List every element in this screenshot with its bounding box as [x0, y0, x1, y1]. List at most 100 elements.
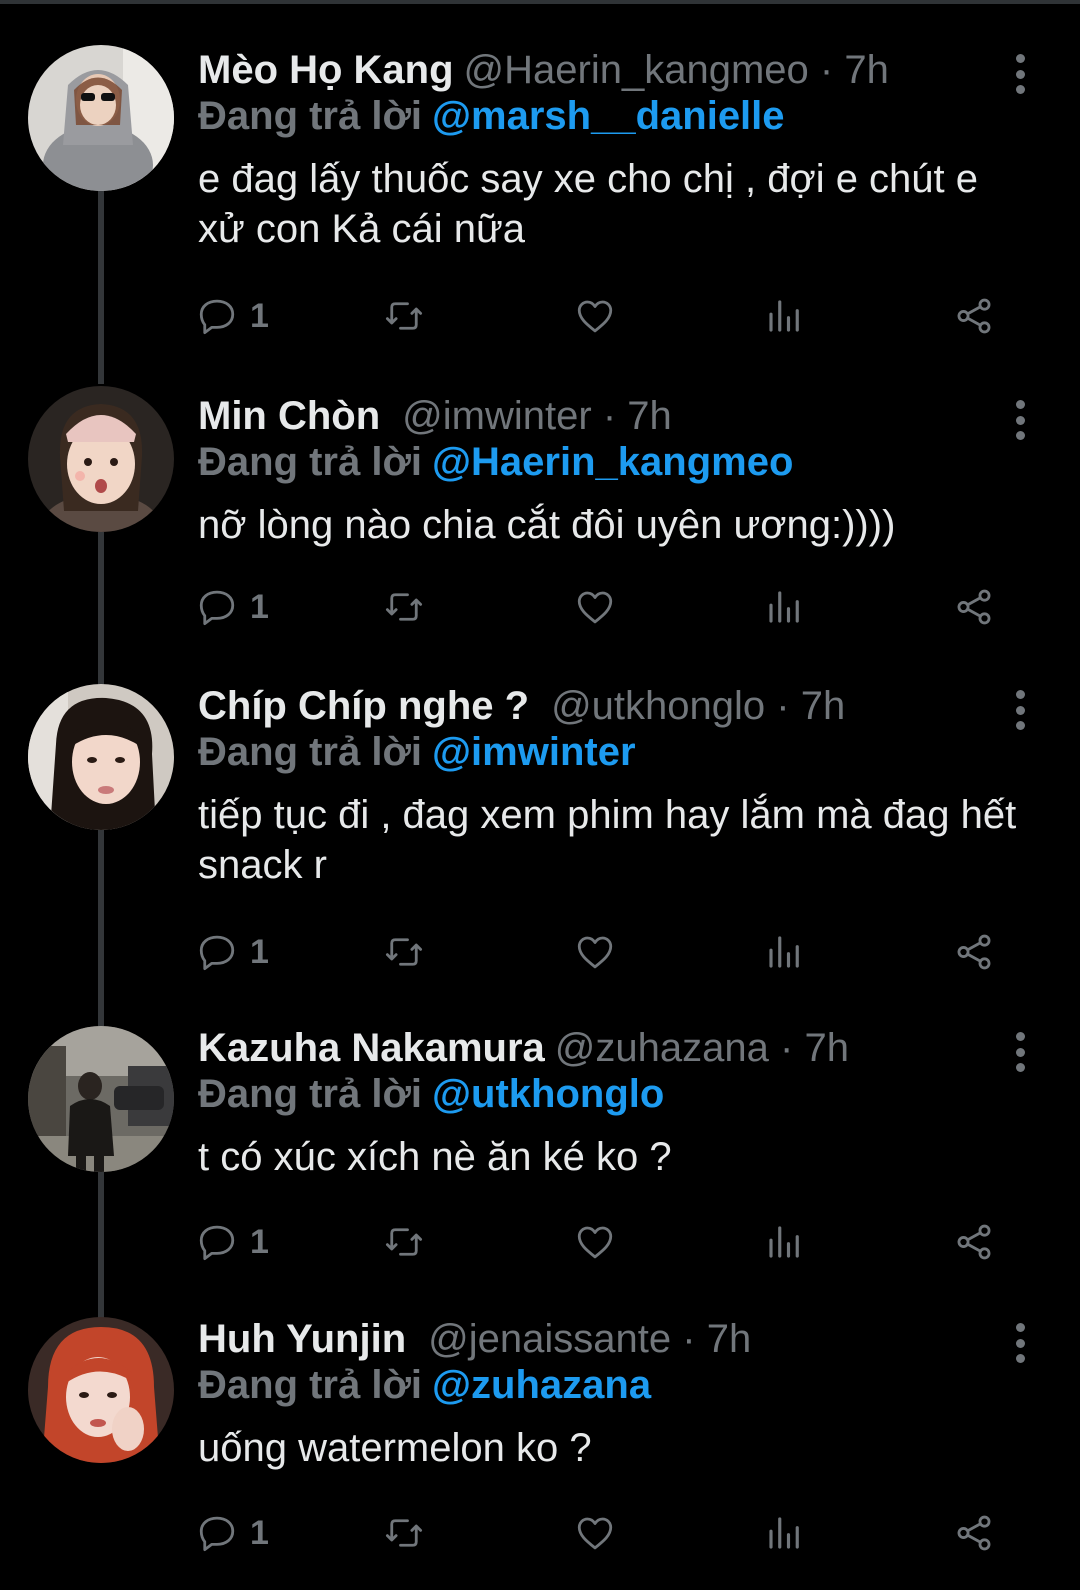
views-button[interactable] — [764, 291, 806, 341]
separator-dot: · — [602, 394, 617, 438]
retweet-icon — [385, 1519, 423, 1547]
tweet-text: nỡ lòng nào chia cắt đôi uyên ương:)))) — [198, 503, 896, 547]
reply-button[interactable]: 1 — [196, 582, 269, 632]
like-button[interactable] — [574, 1217, 616, 1267]
thread-line — [98, 1257, 104, 1317]
views-button[interactable] — [764, 1217, 806, 1267]
retweet-icon — [385, 302, 423, 330]
timestamp[interactable]: 7h — [707, 1317, 752, 1361]
reply-count: 1 — [250, 587, 269, 626]
user-handle[interactable]: @utkhonglo — [551, 684, 765, 728]
reply-button[interactable]: 1 — [196, 291, 269, 341]
tweet[interactable]: Huh Yunjin @jenaissante · 7h Đang trả lời… — [0, 1257, 1080, 1590]
more-icon[interactable] — [1010, 54, 1030, 94]
timestamp[interactable]: 7h — [844, 48, 889, 92]
action-bar: 1 — [196, 291, 1016, 341]
views-icon — [769, 300, 799, 332]
reply-thread: Mèo Họ Kang @Haerin_kangmeo · 7h Đang trả… — [0, 0, 1080, 1590]
action-bar: 1 — [196, 1217, 1016, 1267]
user-handle[interactable]: @Haerin_kangmeo — [464, 48, 809, 92]
thread-line — [98, 624, 104, 684]
retweet-button[interactable] — [383, 291, 425, 341]
replying-to: Đang trả lời @imwinter — [198, 724, 636, 780]
timestamp[interactable]: 7h — [801, 684, 846, 728]
replying-to: Đang trả lời @marsh__danielle — [198, 88, 785, 144]
avatar[interactable] — [28, 1317, 174, 1463]
display-name[interactable]: Min Chòn — [198, 394, 380, 438]
user-handle[interactable]: @zuhazana — [555, 1026, 769, 1070]
views-icon — [769, 1226, 799, 1258]
like-button[interactable] — [574, 582, 616, 632]
retweet-button[interactable] — [383, 927, 425, 977]
like-button[interactable] — [574, 291, 616, 341]
views-button[interactable] — [764, 582, 806, 632]
action-bar: 1 — [196, 582, 1016, 632]
tweet-text: uống watermelon ko ? — [198, 1426, 592, 1470]
reply-mention-link[interactable]: @utkhonglo — [432, 1072, 664, 1116]
avatar[interactable] — [28, 684, 174, 830]
share-button[interactable] — [953, 291, 995, 341]
separator-dot: · — [682, 1317, 696, 1361]
retweet-button[interactable] — [383, 582, 425, 632]
reply-icon — [199, 590, 235, 626]
reply-mention-link[interactable]: @marsh__danielle — [432, 94, 785, 138]
reply-mention-link[interactable]: @Haerin_kangmeo — [432, 440, 793, 484]
display-name[interactable]: Chíp Chíp nghe ? — [198, 684, 529, 728]
share-button[interactable] — [953, 1217, 995, 1267]
display-name[interactable]: Mèo Họ Kang — [198, 48, 454, 92]
timestamp[interactable]: 7h — [627, 394, 672, 438]
replying-label: Đang trả lời — [198, 440, 423, 484]
like-icon — [577, 1517, 613, 1550]
user-handle[interactable]: @jenaissante — [428, 1317, 671, 1361]
like-icon — [577, 936, 613, 969]
more-icon[interactable] — [1010, 400, 1030, 440]
action-bar: 1 — [196, 1508, 1016, 1558]
tweet[interactable]: Min Chòn @imwinter · 7h Đang trả lời @Haer… — [0, 334, 1080, 728]
share-button[interactable] — [953, 582, 995, 632]
views-button[interactable] — [764, 1508, 806, 1558]
avatar[interactable] — [28, 386, 174, 532]
like-icon — [577, 1226, 613, 1259]
share-icon — [957, 1515, 991, 1551]
like-button[interactable] — [574, 1508, 616, 1558]
separator-dot: · — [780, 1026, 794, 1070]
views-button[interactable] — [764, 927, 806, 977]
retweet-button[interactable] — [383, 1508, 425, 1558]
reply-count: 1 — [250, 932, 269, 971]
replying-to: Đang trả lời @utkhonglo — [198, 1066, 664, 1122]
tweet[interactable]: Mèo Họ Kang @Haerin_kangmeo · 7h Đang trả… — [0, 40, 1080, 374]
more-icon[interactable] — [1010, 1323, 1030, 1363]
reply-button[interactable]: 1 — [196, 1217, 269, 1267]
more-icon[interactable] — [1010, 1032, 1030, 1072]
reply-button[interactable]: 1 — [196, 1508, 269, 1558]
tweet[interactable]: Chíp Chíp nghe ? @utkhonglo · 7h Đang trả… — [0, 624, 1080, 1006]
avatar[interactable] — [28, 45, 174, 191]
retweet-icon — [385, 938, 423, 966]
reply-count: 1 — [250, 1222, 269, 1261]
tweet[interactable]: Kazuha Nakamura @zuhazana · 7h Đang trả l… — [0, 966, 1080, 1348]
like-button[interactable] — [574, 927, 616, 977]
reply-count: 1 — [250, 296, 269, 335]
reply-button[interactable]: 1 — [196, 927, 269, 977]
separator-dot: · — [776, 684, 790, 728]
action-bar: 1 — [196, 927, 1016, 977]
avatar[interactable] — [28, 1026, 174, 1172]
display-name[interactable]: Kazuha Nakamura — [198, 1026, 545, 1070]
share-button[interactable] — [953, 1508, 995, 1558]
retweet-icon — [385, 1228, 423, 1256]
retweet-button[interactable] — [383, 1217, 425, 1267]
share-icon — [957, 934, 991, 970]
timestamp[interactable]: 7h — [804, 1026, 849, 1070]
replying-label: Đang trả lời — [198, 730, 423, 774]
retweet-icon — [385, 593, 423, 621]
share-icon — [957, 589, 991, 625]
share-icon — [957, 298, 991, 334]
user-handle[interactable]: @imwinter — [402, 394, 592, 438]
display-name[interactable]: Huh Yunjin — [198, 1317, 406, 1361]
more-icon[interactable] — [1010, 690, 1030, 730]
reply-icon — [199, 299, 235, 335]
reply-mention-link[interactable]: @imwinter — [432, 730, 635, 774]
tweet-text: tiếp tục đi , đag xem phim hay lắm mà đa… — [198, 793, 1017, 887]
reply-mention-link[interactable]: @zuhazana — [432, 1363, 651, 1407]
share-button[interactable] — [953, 927, 995, 977]
